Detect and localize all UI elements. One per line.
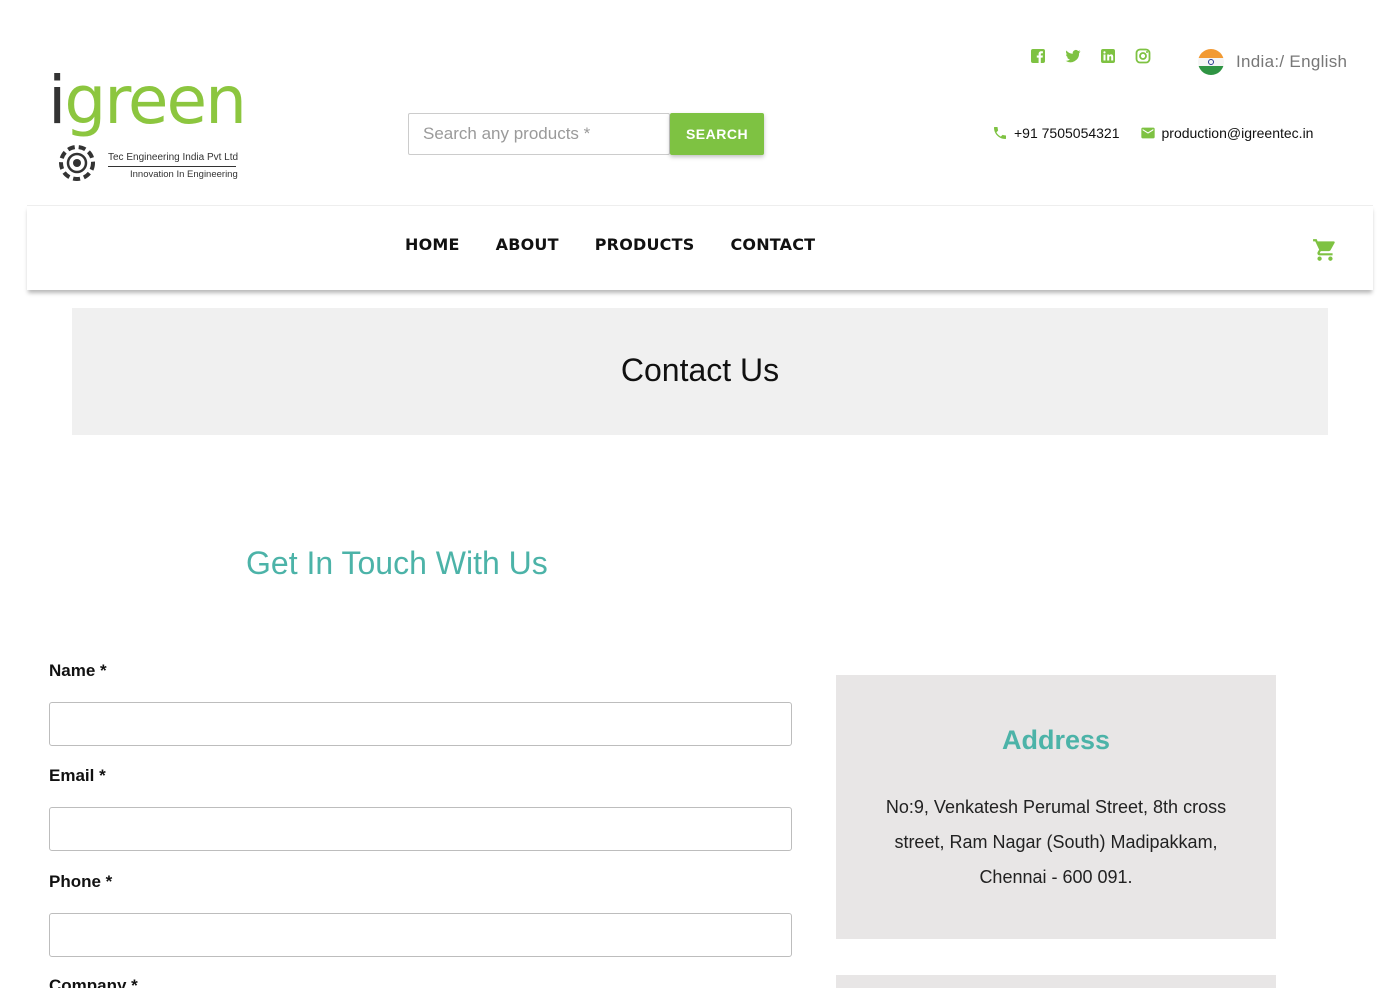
address-title: Address (1001, 725, 1111, 755)
email-input[interactable] (49, 807, 792, 851)
section-title: Get In Touch With Us (246, 545, 548, 581)
page-title: Contact Us (620, 352, 780, 388)
language-label: India:/ English (1236, 52, 1348, 71)
search-input[interactable] (408, 113, 670, 155)
address-text: No:9, Venkatesh Perumal Street, 8th cros… (885, 797, 1227, 887)
email-icon (1140, 127, 1155, 139)
nav-links: HOME ABOUT PRODUCTS CONTACT (405, 235, 815, 254)
logo-divider (108, 166, 236, 167)
header-contact-info: +91 7505054321 production@igreentec.in (992, 125, 1313, 141)
email-label: Email * (49, 766, 106, 785)
logo-tagline-company: Tec Engineering India Pvt Ltd (108, 152, 239, 163)
site-header: igreen Tec Engineering India Pvt Ltd Inn… (0, 0, 1400, 205)
cart-icon[interactable] (1312, 237, 1338, 263)
brand-logo[interactable]: igreen Tec Engineering India Pvt Ltd Inn… (44, 68, 247, 182)
nav-item-contact[interactable]: CONTACT (730, 235, 815, 254)
logo-wordmark: igreen (48, 62, 247, 139)
twitter-icon[interactable] (1065, 48, 1081, 64)
main-navigation: HOME ABOUT PRODUCTS CONTACT (27, 205, 1373, 290)
search-button[interactable]: SEARCH (670, 113, 764, 155)
india-flag-icon (1198, 49, 1224, 75)
instagram-icon[interactable] (1135, 48, 1151, 64)
address-card: Address No:9, Venkatesh Perumal Street, … (836, 675, 1276, 939)
company-label: Company * (49, 976, 138, 988)
facebook-icon[interactable] (1030, 48, 1046, 64)
info-card (836, 975, 1276, 988)
gear-logo-icon (59, 145, 95, 181)
language-selector[interactable]: India:/ English (1198, 49, 1347, 75)
page-banner: Contact Us (72, 308, 1328, 435)
nav-item-about[interactable]: ABOUT (496, 235, 559, 254)
name-input[interactable] (49, 702, 792, 746)
phone-icon (994, 127, 1006, 139)
linkedin-icon[interactable] (1100, 48, 1116, 64)
phone-label: Phone * (49, 872, 113, 891)
social-links (1030, 48, 1151, 64)
nav-item-home[interactable]: HOME (405, 235, 460, 254)
email-address[interactable]: production@igreentec.in (1162, 125, 1314, 141)
phone-input[interactable] (49, 913, 792, 957)
phone-number[interactable]: +91 7505054321 (1014, 125, 1120, 141)
logo-tagline-slogan: Innovation In Engineering (130, 169, 238, 180)
name-label: Name * (49, 661, 107, 680)
nav-item-products[interactable]: PRODUCTS (595, 235, 695, 254)
